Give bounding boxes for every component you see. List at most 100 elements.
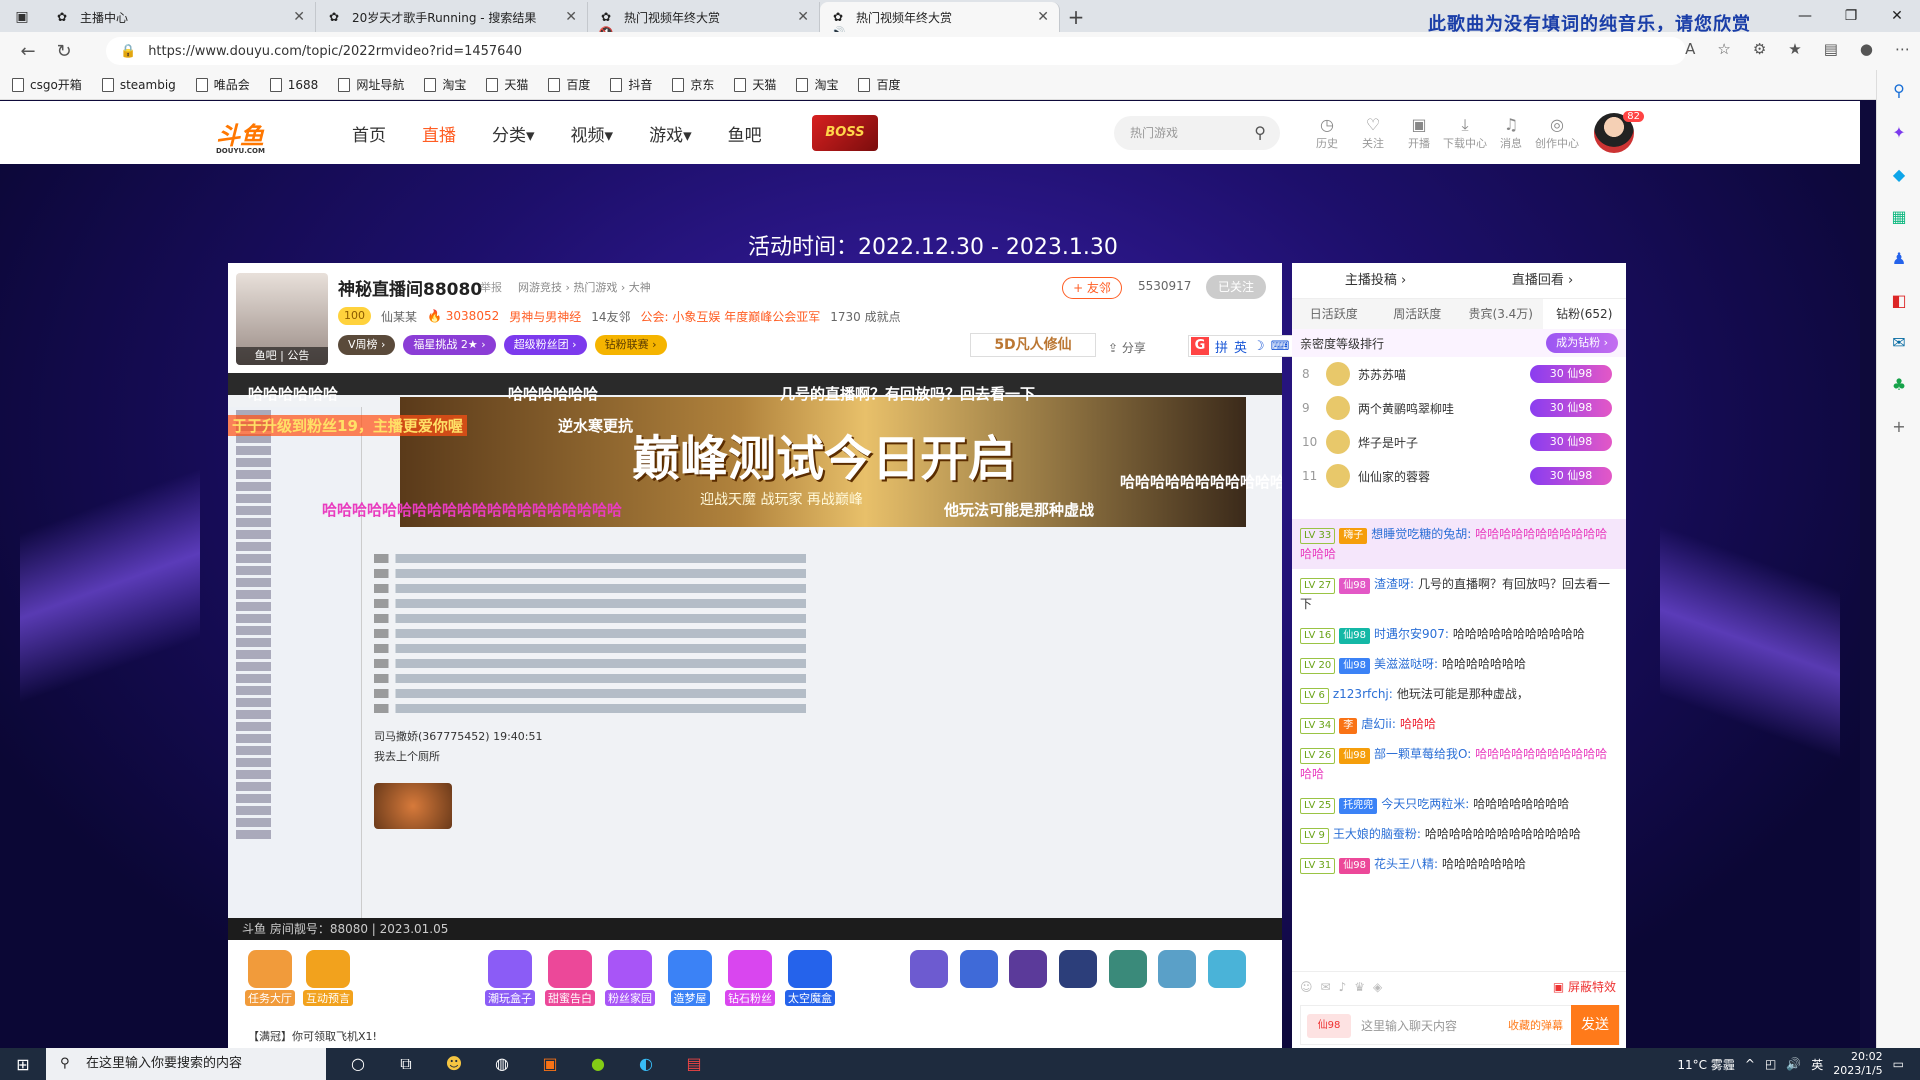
task-view-icon[interactable]: ⧉ [382,1054,430,1074]
back-icon[interactable]: ← [10,41,46,62]
taskbar-search[interactable]: ⚲ 在这里输入你要搜索的内容 [46,1048,326,1080]
send-button[interactable]: 发送 [1571,1005,1619,1045]
clock[interactable]: 20:02 2023/1/5 [1833,1050,1882,1078]
nav-category[interactable]: 分类▾ [492,121,535,146]
app-icon[interactable]: ▣ [526,1054,574,1074]
start-live-button[interactable]: ▣ 开播 [1396,115,1442,151]
boss-banner[interactable]: BOSS [812,115,878,151]
cortana-icon[interactable]: ○ [334,1054,382,1074]
gift-item[interactable] [1158,950,1197,988]
download-button[interactable]: ⤓ 下载中心 [1442,115,1488,151]
app-icon[interactable]: ● [574,1054,622,1074]
message-button[interactable]: ♫ 消息 [1488,115,1534,151]
saved-danmaku-button[interactable]: 收藏的弹幕 [1508,1017,1563,1033]
chevron-up-icon[interactable]: ^ [1745,1057,1755,1071]
collections-icon[interactable]: ▤ [1824,40,1838,58]
tab-diamond-fans[interactable]: 钻粉(652) [1542,299,1626,329]
volume-icon[interactable]: 🔊 [1786,1057,1801,1071]
shopping-icon[interactable]: ◆ [1877,154,1920,196]
yuba-notice[interactable]: 鱼吧 | 公告 [236,347,328,365]
search-input[interactable]: 热门游戏 ⚲ [1114,116,1280,150]
video-area[interactable]: 巅峰测试今日开启 迎战天魔 战玩家 再战巅峰 哈哈哈哈哈哈 哈哈哈哈哈哈 几号的… [228,373,1282,940]
keyboard-icon[interactable]: ⌨ [1271,339,1290,354]
tab-daily[interactable]: 日活跃度 [1292,299,1376,329]
history-button[interactable]: ◷ 历史 [1304,115,1350,151]
tab-replay[interactable]: 直播回看 › [1459,263,1626,298]
notifications-icon[interactable]: ▭ [1893,1057,1904,1071]
bookmark-item[interactable]: 1688 [269,77,318,92]
add-icon[interactable]: + [1877,406,1920,448]
moon-icon[interactable]: ☽ [1253,339,1265,354]
rank-row[interactable]: 8 苏苏苏喵 30 仙98 [1292,357,1626,391]
douyu-logo[interactable]: 斗鱼 DOUYU.COM [216,116,292,155]
more-icon[interactable]: ⋯ [1895,40,1910,58]
nav-live[interactable]: 直播 [422,121,456,146]
gift-item[interactable] [959,950,998,988]
gift-fan-home[interactable]: 粉丝家园 [602,950,658,1006]
discover-icon[interactable]: ✦ [1877,112,1920,154]
gift-task-hall[interactable]: 任务大厅 [242,950,298,1006]
close-icon[interactable]: ✕ [1037,9,1049,25]
sponsor-logo[interactable]: 5D凡人修仙 [970,333,1096,357]
bookmark-item[interactable]: 天猫 [486,76,528,93]
user-avatar[interactable]: 82 [1594,111,1644,153]
browser-tab-1[interactable]: ✿ 主播中心 ✕ [44,2,316,32]
nav-game[interactable]: 游戏▾ [649,121,692,146]
bookmark-item[interactable]: 京东 [672,76,714,93]
close-icon[interactable]: ✕ [565,9,577,25]
profile-icon[interactable]: ● [1860,40,1873,58]
share-button[interactable]: ⇪ 分享 [1108,339,1146,356]
tools-icon[interactable]: ▦ [1877,196,1920,238]
lucky-star-button[interactable]: 福星挑战 2★ › [403,335,496,355]
super-fans-button[interactable]: 超级粉丝团 › [503,335,587,355]
message-icon[interactable]: ✉ [1321,980,1331,994]
sogou-icon[interactable]: G [1191,337,1209,355]
weekly-rank-button[interactable]: V周榜 › [338,335,396,355]
gift-item[interactable] [909,950,948,988]
extensions-icon[interactable]: ⚙ [1753,40,1766,58]
anchor-avatar[interactable]: 鱼吧 | 公告 [236,273,328,365]
bookmark-item[interactable]: 抖音 [610,76,652,93]
gift-item[interactable] [1108,950,1147,988]
minimize-icon[interactable]: — [1782,0,1828,32]
steam-icon[interactable]: ◍ [478,1054,526,1074]
reward-toast[interactable]: 【满冠】你可领取飞机X1! [248,1028,377,1044]
edge-icon[interactable]: ◐ [622,1054,670,1074]
gift-sweet-confession[interactable]: 甜蜜告白 [542,950,598,1006]
bookmark-item[interactable]: 百度 [858,76,900,93]
add-friend-button[interactable]: + 友邻 [1062,277,1122,299]
url-field[interactable]: 🔒 https://www.douyu.com/topic/2022rmvideo… [106,37,1686,65]
mute-icon[interactable]: ✿🔇 [598,9,614,40]
new-tab-button[interactable]: + [1060,2,1092,32]
read-aloud-icon[interactable]: A [1685,40,1695,58]
close-icon[interactable]: ✕ [797,9,809,25]
gift-diamond-fans[interactable]: 钻石粉丝 [722,950,778,1006]
speaker-icon[interactable]: ♪ [1339,980,1347,994]
speaker-icon[interactable]: ✿🔊 [830,9,846,40]
nav-yuba[interactable]: 鱼吧 [728,121,762,146]
weather[interactable]: 11°C 雾霾 [1677,1056,1734,1073]
office-icon[interactable]: ◧ [1877,280,1920,322]
report-link[interactable]: 举报 [480,279,502,295]
ime-pinyin[interactable]: 拼 [1215,337,1228,356]
creator-button[interactable]: ◎ 创作中心 [1534,115,1580,151]
close-icon[interactable]: ✕ [293,9,305,25]
games-icon[interactable]: ♟ [1877,238,1920,280]
block-effects-toggle[interactable]: ▣ 屏蔽特效 [1553,978,1616,995]
outlook-icon[interactable]: ✉ [1877,322,1920,364]
gift-prediction[interactable]: 互动预言 [300,950,356,1006]
fan-badge-selector[interactable]: 仙98 [1307,1014,1351,1038]
chat-list[interactable]: LV 33 嗨子 想睡觉吃糖的兔胡: 哈哈哈哈哈哈哈哈哈哈哈哈哈哈 LV 27 仙98 渣… [1292,519,1626,971]
bookmark-item[interactable]: 淘宝 [796,76,838,93]
browser-tab-4[interactable]: ✿🔊 热门视频年终大赏 ✕ [820,2,1060,40]
refresh-icon[interactable]: ↻ [46,41,82,62]
gift-item[interactable] [1058,950,1097,988]
rank-row[interactable]: 10 烨子是叶子 30 仙98 [1292,425,1626,459]
emoji-icon[interactable]: ☺ [1300,980,1313,994]
crown-icon[interactable]: ♛ [1354,980,1365,994]
app-icon[interactable]: ☻ [430,1054,478,1074]
bookmark-item[interactable]: csgo开箱 [12,76,82,93]
ime-english[interactable]: 英 [1234,337,1247,356]
gift-item[interactable] [1009,950,1048,988]
breadcrumb[interactable]: 网游竞技 › 热门游戏 › 大神 [518,279,651,295]
